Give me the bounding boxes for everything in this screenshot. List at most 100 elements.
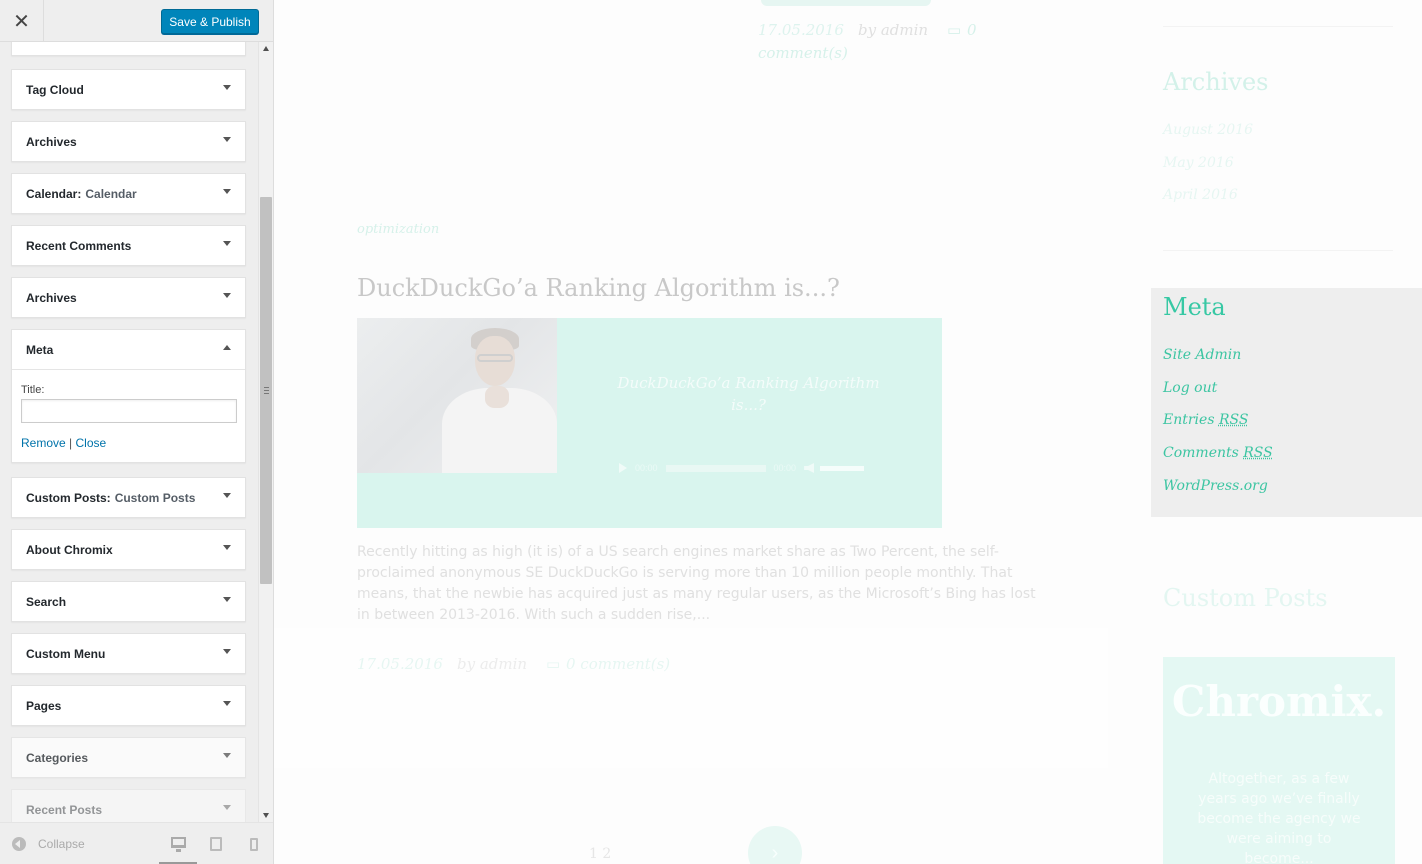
post-title[interactable]: DuckDuckGo’a Ranking Algorithm is...?: [357, 274, 840, 302]
post-author[interactable]: by admin: [858, 21, 928, 39]
widget-archives-2[interactable]: Archives: [11, 277, 246, 318]
chromix-logo: Chromix.: [1171, 677, 1387, 726]
scroll-up-icon[interactable]: [263, 46, 269, 51]
widget-tag-cloud[interactable]: Tag Cloud: [11, 69, 246, 110]
chevron-down-icon[interactable]: [223, 293, 231, 298]
widget-header[interactable]: About Chromix: [12, 530, 245, 569]
chevron-down-icon[interactable]: [223, 701, 231, 706]
volume-slider[interactable]: [820, 465, 865, 471]
widget-title: About Chromix: [26, 542, 113, 557]
comments-label[interactable]: comment(s): [758, 44, 848, 62]
widget-title: Recent Posts: [26, 802, 103, 817]
post-thumbnail[interactable]: [357, 318, 557, 473]
widget-partial[interactable]: [11, 42, 246, 56]
widget-header[interactable]: Custom Posts: Custom Posts: [12, 478, 245, 517]
widget-custom-menu[interactable]: Custom Menu: [11, 633, 246, 674]
widget-about-chromix[interactable]: About Chromix: [11, 529, 246, 570]
close-icon[interactable]: ✕: [0, 0, 44, 42]
widget-meta-expanded[interactable]: Meta Title: Remove | Close: [11, 329, 246, 463]
widget-header[interactable]: Custom Menu: [12, 634, 245, 673]
scrollbar-thumb[interactable]: [260, 197, 272, 584]
post-author[interactable]: by admin: [457, 655, 527, 673]
mobile-preview-button[interactable]: [235, 823, 273, 864]
widget-title: Recent Comments: [26, 238, 132, 253]
chevron-down-icon[interactable]: [223, 597, 231, 602]
tablet-preview-button[interactable]: [197, 823, 235, 864]
play-icon[interactable]: [619, 463, 627, 473]
save-publish-button[interactable]: Save & Publish: [161, 9, 259, 34]
chevron-down-icon[interactable]: [223, 493, 231, 498]
read-more-button[interactable]: [761, 0, 931, 6]
scroll-down-icon[interactable]: [263, 813, 269, 818]
chevron-down-icon[interactable]: [223, 189, 231, 194]
widget-header[interactable]: Pages: [12, 686, 245, 725]
entries-rss-link[interactable]: Entries RSS: [1163, 412, 1248, 428]
widget-header[interactable]: Tag Cloud: [12, 70, 245, 109]
widget-archives[interactable]: Archives: [11, 121, 246, 162]
post-comments[interactable]: 0 comment(s): [566, 655, 670, 673]
chevron-up-icon[interactable]: [223, 345, 231, 350]
chevron-down-icon[interactable]: [223, 137, 231, 142]
volume-icon[interactable]: [804, 463, 815, 473]
widget-header[interactable]: Recent Posts: [12, 790, 245, 822]
chevron-down-icon[interactable]: [223, 753, 231, 758]
sidebar-scrollbar[interactable]: [258, 42, 273, 822]
widget-header[interactable]: Archives: [12, 122, 245, 161]
site-preview[interactable]: 17.05.2016 by admin ▭ 0 comment(s) optim…: [274, 0, 1422, 864]
close-link[interactable]: Close: [76, 436, 107, 450]
widget-title: Archives: [26, 290, 77, 305]
comment-icon: ▭: [546, 655, 561, 673]
comments-count[interactable]: 0: [967, 21, 977, 39]
fade-overlay: [274, 628, 1108, 768]
meta-widget-highlighted: Meta Site Admin Log out Entries RSS Comm…: [1151, 288, 1422, 517]
audio-progress[interactable]: [665, 464, 766, 472]
chevron-down-icon[interactable]: [223, 85, 231, 90]
post-date[interactable]: 17.05.2016: [758, 21, 844, 39]
desktop-preview-button[interactable]: [159, 823, 197, 864]
chevron-down-icon[interactable]: [223, 545, 231, 550]
sidebar-header: ✕ Save & Publish: [0, 0, 273, 42]
chevron-down-icon[interactable]: [223, 649, 231, 654]
widget-header[interactable]: Categories: [12, 738, 245, 777]
widget-subtitle: Calendar: [85, 186, 137, 201]
log-out-link[interactable]: Log out: [1163, 380, 1217, 396]
meta-title: Meta: [1163, 293, 1226, 321]
post-date[interactable]: 17.05.2016: [357, 655, 443, 673]
wordpress-org-link[interactable]: WordPress.org: [1163, 478, 1268, 494]
widget-header[interactable]: Calendar: Calendar: [12, 174, 245, 213]
chevron-down-icon[interactable]: [223, 241, 231, 246]
widget-actions: Remove | Close: [21, 436, 236, 450]
collapse-button[interactable]: Collapse: [12, 837, 85, 851]
widget-title: Categories: [26, 750, 89, 765]
archive-link[interactable]: April 2016: [1163, 187, 1238, 203]
title-input[interactable]: [21, 399, 237, 423]
widget-title: Custom Posts:: [26, 490, 111, 505]
archive-link[interactable]: May 2016: [1163, 155, 1234, 171]
site-admin-link[interactable]: Site Admin: [1163, 347, 1241, 363]
widget-header[interactable]: Archives: [12, 278, 245, 317]
post-media: DuckDuckGo’a Ranking Algorithm is...? 00…: [357, 318, 942, 528]
widget-subtitle: Custom Posts: [114, 490, 196, 505]
widget-custom-posts[interactable]: Custom Posts: Custom Posts: [11, 477, 246, 518]
widget-header[interactable]: Recent Comments: [12, 226, 245, 265]
widget-recent-posts[interactable]: Recent Posts: [11, 789, 246, 822]
comments-rss-link[interactable]: Comments RSS: [1163, 445, 1273, 461]
pagination[interactable]: 1 2: [589, 846, 611, 862]
widget-calendar[interactable]: Calendar: Calendar: [11, 173, 246, 214]
next-page-button[interactable]: ›: [748, 826, 802, 864]
divider: [1163, 26, 1393, 27]
archive-link[interactable]: August 2016: [1163, 122, 1253, 138]
widget-title: Custom Menu: [26, 646, 106, 661]
widget-recent-comments[interactable]: Recent Comments: [11, 225, 246, 266]
tablet-icon: [210, 837, 222, 851]
widget-header[interactable]: Meta: [12, 330, 245, 369]
post-category[interactable]: optimization: [357, 222, 439, 237]
widget-search[interactable]: Search: [11, 581, 246, 622]
widget-categories[interactable]: Categories: [11, 737, 246, 778]
chevron-down-icon[interactable]: [223, 805, 231, 810]
remove-link[interactable]: Remove: [21, 436, 66, 450]
widget-pages[interactable]: Pages: [11, 685, 246, 726]
widget-form: Title: Remove | Close: [12, 369, 245, 462]
widget-header[interactable]: Search: [12, 582, 245, 621]
photo-hand: [485, 386, 509, 408]
